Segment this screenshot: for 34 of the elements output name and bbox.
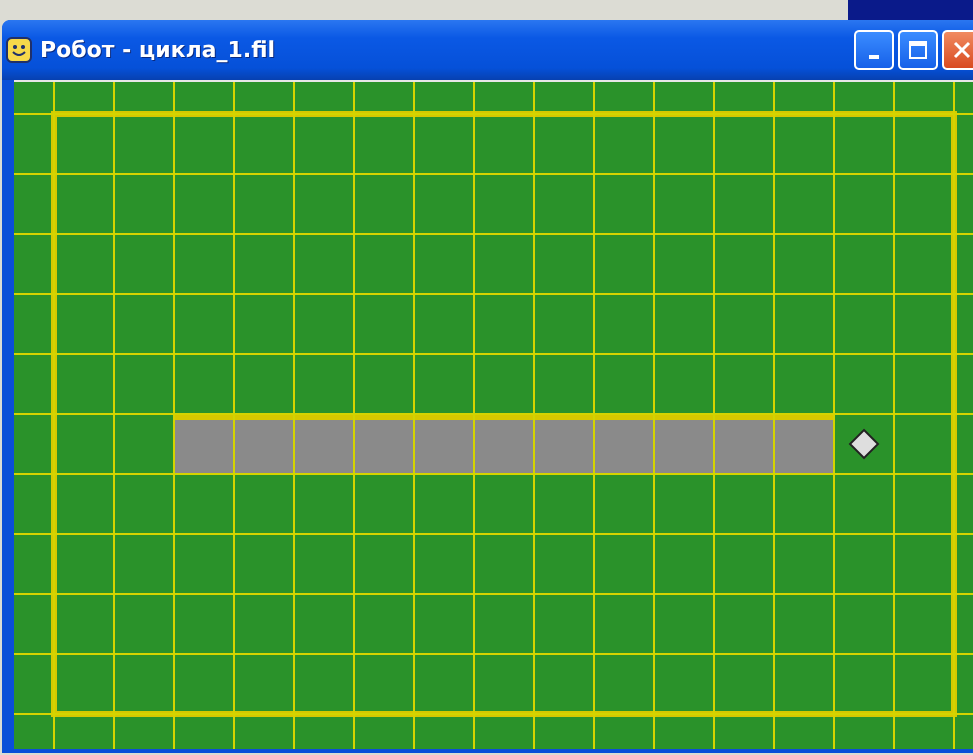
field-cell — [14, 115, 55, 175]
field-cell — [775, 82, 835, 115]
field-cell — [14, 535, 55, 595]
field-cell — [14, 475, 55, 535]
close-icon — [951, 39, 973, 61]
field-cell — [14, 595, 55, 655]
field-cell — [655, 82, 715, 115]
field-cell — [595, 82, 655, 115]
field-cell — [295, 82, 355, 115]
field-cell — [14, 415, 55, 475]
field-cell — [415, 82, 475, 115]
field-cell — [14, 355, 55, 415]
field-cell — [14, 295, 55, 355]
field-cell — [14, 235, 55, 295]
field-cell — [55, 82, 115, 115]
field-cell — [715, 82, 775, 115]
field-cell — [14, 82, 55, 115]
field-cell — [235, 82, 295, 115]
field-cell — [475, 82, 535, 115]
window-title: Робот - цикла_1.fil — [40, 38, 276, 62]
maximize-button[interactable] — [898, 30, 938, 70]
field-cell — [115, 82, 175, 115]
minimize-button[interactable] — [854, 30, 894, 70]
close-button[interactable] — [942, 30, 973, 70]
smiley-icon — [6, 37, 32, 63]
field-cell — [175, 82, 235, 115]
field-cell — [14, 655, 55, 715]
field-cell — [835, 82, 895, 115]
field-cell — [14, 175, 55, 235]
field-cell — [535, 82, 595, 115]
field-cell — [895, 82, 955, 115]
maximize-icon — [907, 39, 929, 61]
minimize-icon — [869, 55, 879, 59]
field-cell — [355, 82, 415, 115]
